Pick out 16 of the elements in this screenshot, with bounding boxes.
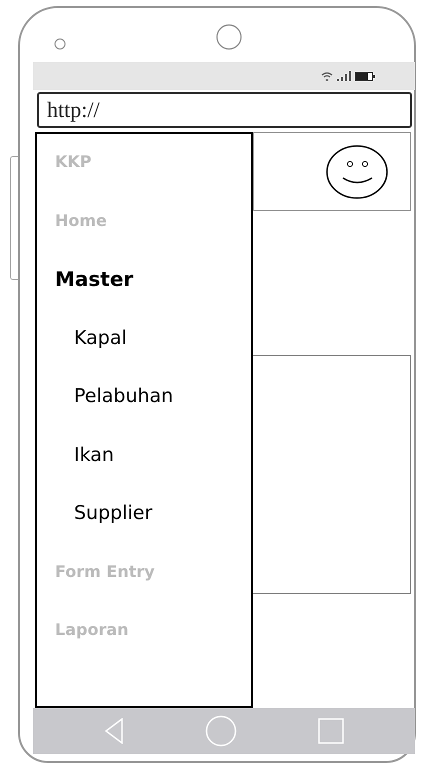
sensor-icon xyxy=(54,38,66,50)
menu-item[interactable]: Supplier xyxy=(55,501,152,560)
camera-icon xyxy=(216,24,242,50)
url-text: http:// xyxy=(47,97,100,123)
menu-item[interactable]: Master xyxy=(55,267,134,326)
smiley-icon xyxy=(326,144,388,198)
menu-item[interactable]: Kapal xyxy=(55,326,127,384)
signal-icon xyxy=(337,71,351,81)
menu-item[interactable]: Pelabuhan xyxy=(55,384,174,442)
menu-item[interactable]: Ikan xyxy=(55,442,114,501)
battery-icon xyxy=(355,72,375,80)
back-icon[interactable] xyxy=(104,718,124,744)
home-icon[interactable] xyxy=(204,715,237,747)
square-icon[interactable] xyxy=(318,718,344,744)
wifi-icon xyxy=(321,72,333,80)
url-field[interactable]: http:// xyxy=(37,92,412,128)
